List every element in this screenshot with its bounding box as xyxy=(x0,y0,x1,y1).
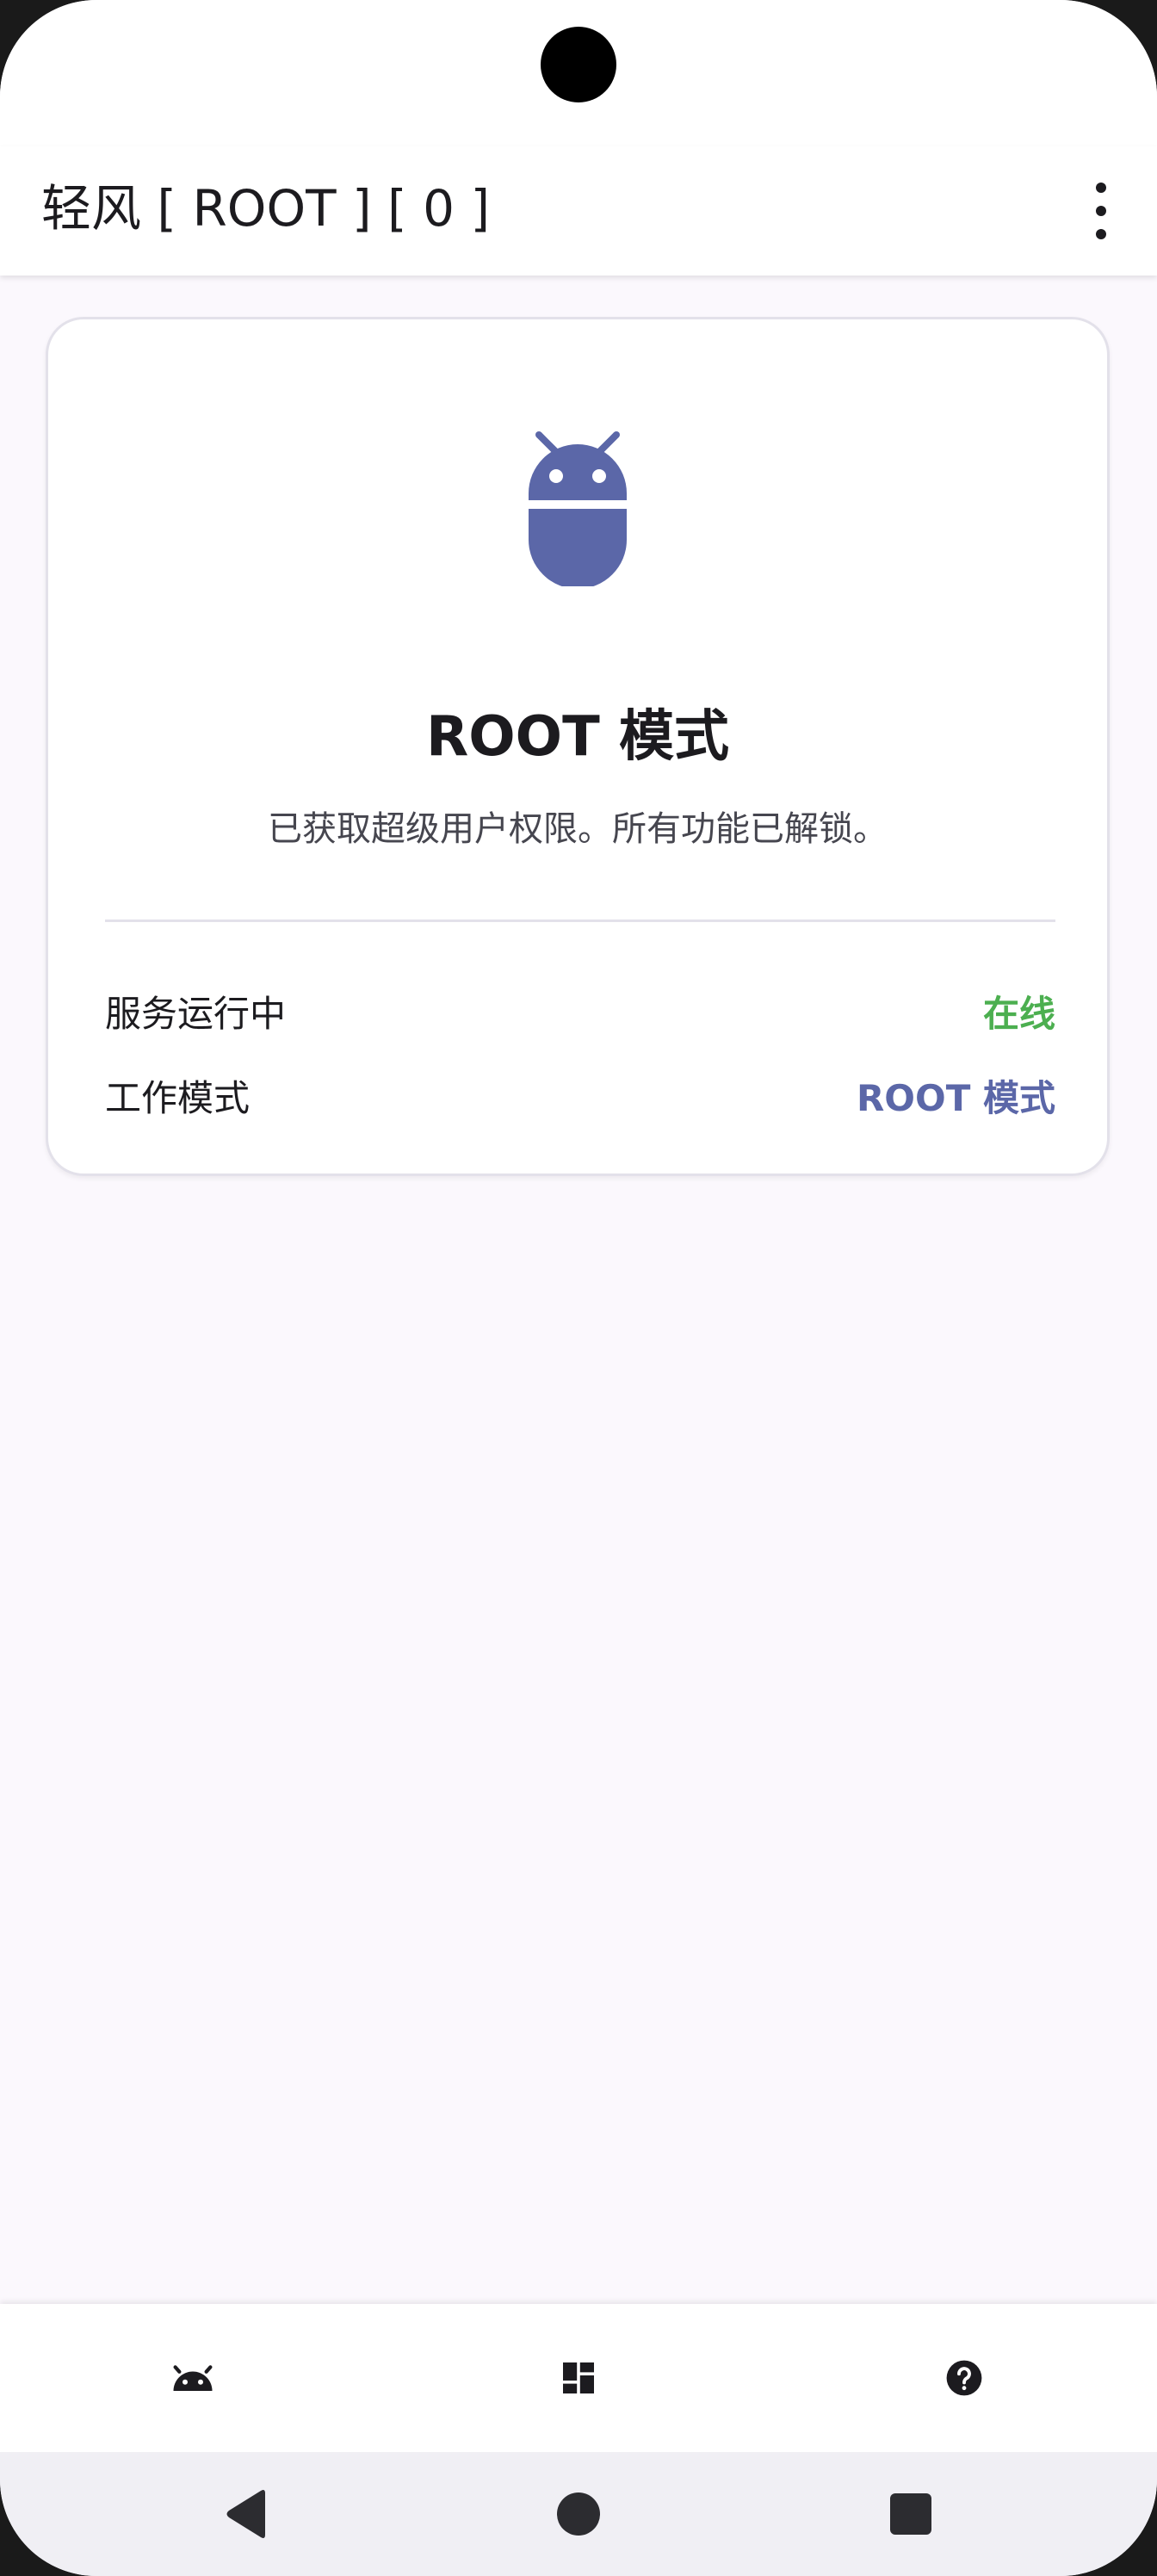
service-status-value: 在线 xyxy=(982,993,1055,1035)
back-icon[interactable] xyxy=(215,2483,277,2545)
more-vert-icon[interactable] xyxy=(1071,172,1131,250)
android-icon xyxy=(173,2365,213,2391)
help-icon xyxy=(946,2360,982,2396)
work-mode-label: 工作模式 xyxy=(105,1077,251,1119)
status-bar xyxy=(0,0,1157,146)
divider xyxy=(105,920,1055,922)
nav-item-android[interactable] xyxy=(162,2347,224,2409)
camera-cutout xyxy=(541,27,616,102)
dashboard-icon xyxy=(563,2362,594,2393)
home-icon[interactable] xyxy=(548,2483,609,2545)
nav-item-dashboard[interactable] xyxy=(548,2347,609,2409)
mode-title: ROOT 模式 xyxy=(425,705,730,769)
mode-description: 已获取超级用户权限。所有功能已解锁。 xyxy=(268,809,888,849)
status-card: ROOT 模式 已获取超级用户权限。所有功能已解锁。 服务运行中 在线 工作模式… xyxy=(46,317,1110,1176)
screen: 轻风 [ ROOT ] [ 0 ] ROOT 模式 已获取超级用户权限。所有功能… xyxy=(0,0,1157,2576)
service-status-label: 服务运行中 xyxy=(105,993,287,1035)
work-mode-row: 工作模式 ROOT 模式 xyxy=(105,1068,1055,1129)
system-navigation-bar xyxy=(0,2452,1157,2576)
app-title: 轻风 [ ROOT ] [ 0 ] xyxy=(41,179,491,238)
recents-icon[interactable] xyxy=(880,2483,942,2545)
nav-item-help[interactable] xyxy=(933,2347,995,2409)
android-robot-icon xyxy=(529,431,627,586)
top-app-bar: 轻风 [ ROOT ] [ 0 ] xyxy=(0,146,1157,276)
service-status-row: 服务运行中 在线 xyxy=(105,984,1055,1044)
bottom-navigation xyxy=(0,2304,1157,2452)
work-mode-value: ROOT 模式 xyxy=(856,1077,1055,1119)
